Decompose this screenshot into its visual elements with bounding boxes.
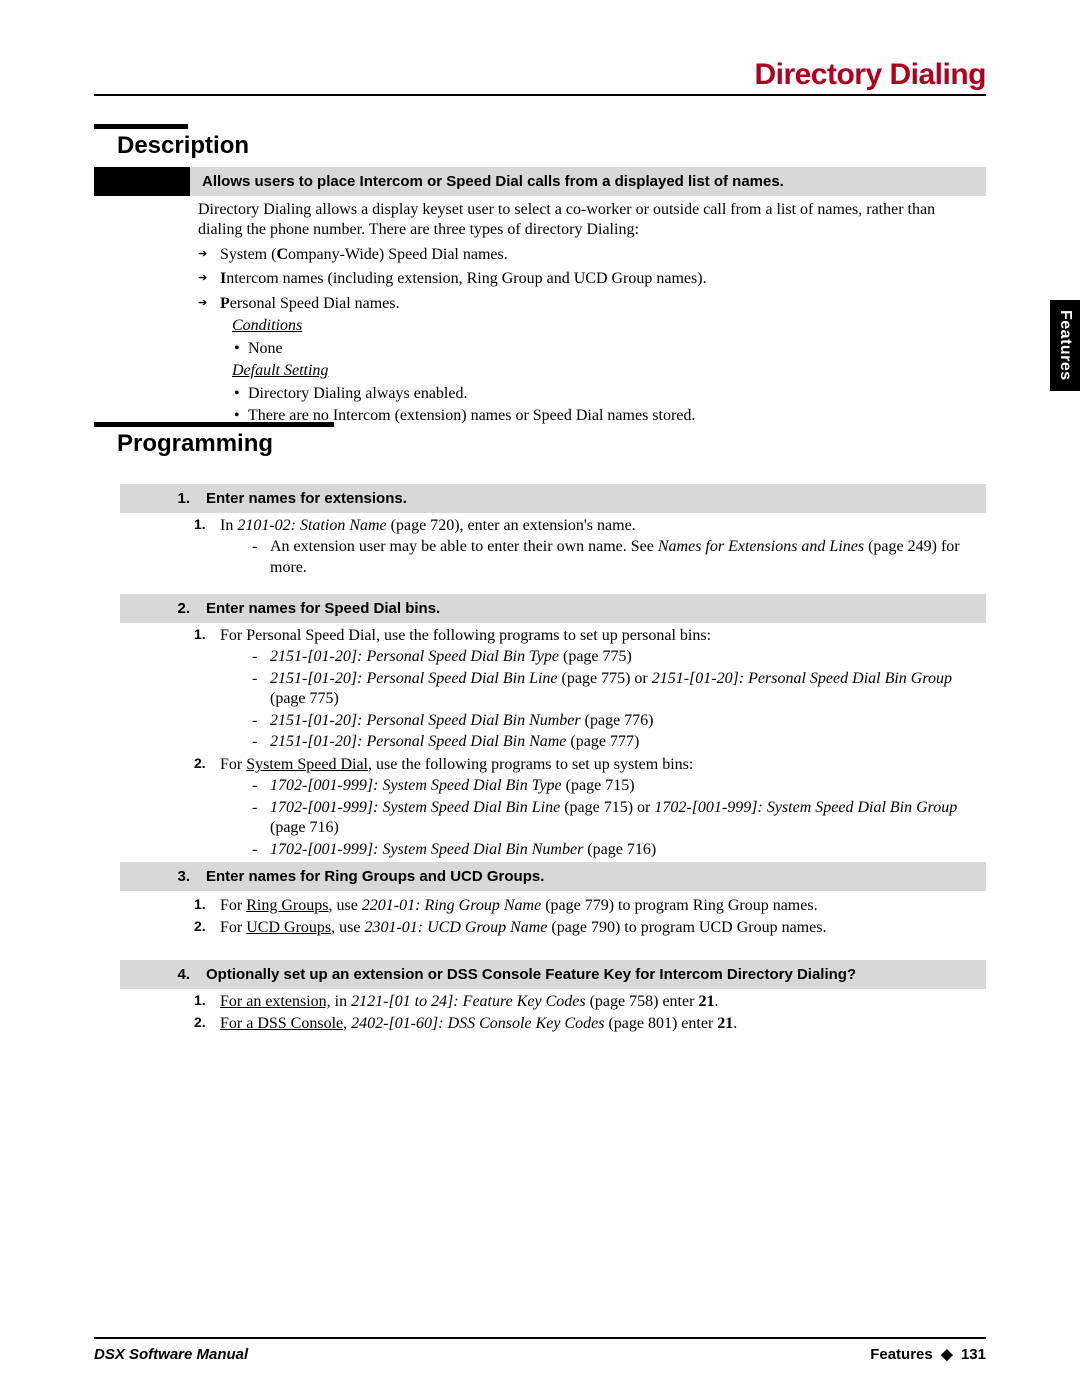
text: System (Company-Wide) Speed Dial names. [220, 246, 508, 263]
dash: 1702-[001-999]: System Speed Dial Bin Ty… [252, 776, 970, 796]
prog-step-3-header: 3. Enter names for Ring Groups and UCD G… [120, 862, 986, 891]
item-num: 1. [194, 626, 206, 644]
dash: 1702-[001-999]: System Speed Dial Bin Li… [252, 798, 970, 839]
default-block: Default Setting Directory Dialing always… [232, 361, 982, 426]
prog-step-2-body: 1. For Personal Speed Dial, use the foll… [194, 624, 970, 882]
desc-bullet-1: System (Company-Wide) Speed Dial names. [198, 245, 982, 265]
description-summary-row: Allows users to place Intercom or Speed … [94, 167, 986, 196]
black-tab [94, 167, 190, 196]
dash: 2151-[01-20]: Personal Speed Dial Bin Na… [252, 732, 970, 752]
prog-step-4-body: 1. For an extension, in 2121-[01 to 24]:… [194, 990, 970, 1035]
condition-1: None [232, 339, 982, 359]
text: For an extension, in 2121-[01 to 24]: Fe… [220, 993, 718, 1010]
step-num: 4. [132, 966, 206, 983]
item-num: 1. [194, 992, 206, 1010]
text: Personal Speed Dial names. [220, 295, 400, 312]
dash: 2151-[01-20]: Personal Speed Dial Bin Nu… [252, 711, 970, 731]
section-rule-description [94, 124, 188, 129]
item: 1. For Ring Groups, use 2201-01: Ring Gr… [194, 896, 970, 916]
prog-step-1-header: 1. Enter names for extensions. [120, 484, 986, 513]
item: 1. For Personal Speed Dial, use the foll… [194, 626, 970, 753]
prog-step-2-header: 2. Enter names for Speed Dial bins. [120, 594, 986, 623]
prog-step-1-body: 1. In 2101-02: Station Name (page 720), … [194, 514, 970, 578]
footer-page: Features ◆ 131 [870, 1345, 986, 1363]
heading-description: Description [117, 132, 249, 160]
page: Directory Dialing Features Description A… [0, 0, 1080, 1397]
item-num: 1. [194, 896, 206, 914]
item: 1. For an extension, in 2121-[01 to 24]:… [194, 992, 970, 1012]
prog-step-3-body: 1. For Ring Groups, use 2201-01: Ring Gr… [194, 894, 970, 939]
default-1: Directory Dialing always enabled. [232, 384, 982, 404]
text: For Ring Groups, use 2201-01: Ring Group… [220, 897, 818, 914]
text: For a DSS Console, 2402-[01-60]: DSS Con… [220, 1015, 737, 1032]
desc-bullet-3: Personal Speed Dial names. [198, 294, 982, 314]
prog-step-4-header: 4. Optionally set up an extension or DSS… [120, 960, 986, 989]
step-title: Optionally set up an extension or DSS Co… [206, 966, 974, 983]
footer-page-number: 131 [961, 1346, 986, 1363]
footer-section: Features [870, 1346, 933, 1363]
dash: An extension user may be able to enter t… [252, 537, 970, 578]
step-title: Enter names for extensions. [206, 490, 974, 507]
text: For System Speed Dial, use the following… [220, 756, 693, 773]
description-summary: Allows users to place Intercom or Speed … [190, 167, 986, 196]
dash: 2151-[01-20]: Personal Speed Dial Bin Ty… [252, 647, 970, 667]
footer-manual-title: DSX Software Manual [94, 1346, 248, 1363]
item: 2. For a DSS Console, 2402-[01-60]: DSS … [194, 1014, 970, 1034]
conditions-block: Conditions None [232, 316, 982, 359]
step-num: 2. [132, 600, 206, 617]
item-num: 1. [194, 516, 206, 534]
description-body: Directory Dialing allows a display keyse… [198, 200, 982, 427]
text: For Personal Speed Dial, use the followi… [220, 627, 711, 644]
item-num: 2. [194, 918, 206, 936]
text: In 2101-02: Station Name (page 720), ent… [220, 517, 636, 534]
item: 2. For UCD Groups, use 2301-01: UCD Grou… [194, 918, 970, 938]
section-rule-programming [94, 422, 334, 427]
page-title: Directory Dialing [754, 58, 986, 92]
header-rule [94, 94, 986, 96]
dash: 1702-[001-999]: System Speed Dial Bin Nu… [252, 840, 970, 860]
text: Intercom names (including extension, Rin… [220, 270, 707, 287]
item: 1. In 2101-02: Station Name (page 720), … [194, 516, 970, 578]
item-num: 2. [194, 755, 206, 773]
default-label: Default Setting [232, 362, 328, 379]
step-num: 3. [132, 868, 206, 885]
text: For UCD Groups, use 2301-01: UCD Group N… [220, 919, 826, 936]
item-num: 2. [194, 1014, 206, 1032]
diamond-icon: ◆ [941, 1346, 953, 1363]
description-intro: Directory Dialing allows a display keyse… [198, 200, 982, 241]
desc-bullet-2: Intercom names (including extension, Rin… [198, 269, 982, 289]
step-title: Enter names for Ring Groups and UCD Grou… [206, 868, 974, 885]
step-num: 1. [132, 490, 206, 507]
heading-programming: Programming [117, 430, 273, 458]
default-2: There are no Intercom (extension) names … [232, 406, 982, 426]
side-tab-features: Features [1050, 300, 1080, 391]
dash: 2151-[01-20]: Personal Speed Dial Bin Li… [252, 669, 970, 710]
conditions-label: Conditions [232, 317, 302, 334]
step-title: Enter names for Speed Dial bins. [206, 600, 974, 617]
footer-rule [94, 1337, 986, 1339]
